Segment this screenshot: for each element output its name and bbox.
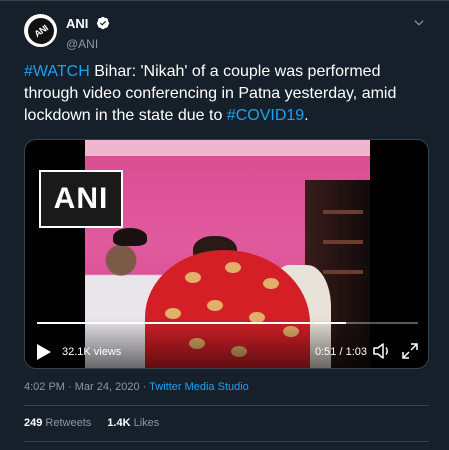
- view-count: 32.1K views: [62, 346, 122, 358]
- video-shelf: [323, 270, 363, 274]
- video-controls: [25, 318, 428, 368]
- play-icon[interactable]: [37, 344, 51, 360]
- hashtag-watch-link[interactable]: #WATCH: [24, 63, 90, 80]
- retweets-label: Retweets: [45, 417, 92, 429]
- likes-label: Likes: [133, 417, 160, 429]
- verified-badge-icon: [96, 16, 110, 35]
- tweet-card: ANI ANI @ANI #WATCH Bihar: 'Nikah' of a …: [0, 0, 449, 450]
- divider: [24, 441, 429, 442]
- likes-count: 1.4K: [107, 417, 131, 429]
- likes-stat[interactable]: 1.4K Likes: [107, 417, 159, 429]
- avatar-logo: ANI: [22, 12, 59, 49]
- video-player[interactable]: ANI 32.1K views 0:51 / 1:03: [24, 139, 429, 369]
- fullscreen-icon[interactable]: [402, 343, 418, 359]
- tweet-stats: 249 Retweets 1.4K Likes: [24, 417, 159, 429]
- tweet-text-end: .: [304, 107, 309, 124]
- ani-watermark: ANI: [39, 170, 123, 228]
- retweets-stat[interactable]: 249 Retweets: [24, 417, 91, 429]
- tweet-header: ANI ANI @ANI: [22, 12, 434, 51]
- dupatta-pattern: [225, 262, 241, 273]
- hashtag-covid19-link[interactable]: #COVID19: [227, 107, 304, 124]
- video-time: 0:51 / 1:03: [315, 346, 367, 358]
- progress-bar[interactable]: [37, 322, 418, 324]
- retweets-count: 249: [24, 417, 43, 429]
- author-info[interactable]: ANI @ANI: [66, 15, 110, 51]
- display-name[interactable]: ANI: [66, 16, 88, 31]
- divider: [24, 405, 429, 406]
- video-ceiling: [85, 140, 370, 156]
- dupatta-pattern: [207, 300, 223, 311]
- tweet-text: #WATCH Bihar: 'Nikah' of a couple was pe…: [24, 61, 429, 127]
- tweet-meta: 4:02 PM · Mar 24, 2020 · Twitter Media S…: [24, 381, 249, 393]
- video-shelf: [323, 240, 363, 244]
- progress-fill: [37, 322, 346, 324]
- tweet-source-link[interactable]: Twitter Media Studio: [149, 381, 249, 393]
- ani-watermark-text: ANI: [53, 182, 109, 215]
- video-shelf: [323, 210, 363, 214]
- dupatta-pattern: [185, 272, 201, 283]
- dupatta-pattern: [263, 278, 279, 289]
- video-person-hair: [113, 228, 147, 246]
- handle[interactable]: @ANI: [66, 37, 110, 51]
- chevron-down-icon[interactable]: [412, 16, 426, 30]
- tweet-timestamp[interactable]: 4:02 PM · Mar 24, 2020 ·: [24, 381, 149, 393]
- volume-icon[interactable]: [373, 343, 391, 359]
- avatar[interactable]: ANI: [22, 12, 59, 49]
